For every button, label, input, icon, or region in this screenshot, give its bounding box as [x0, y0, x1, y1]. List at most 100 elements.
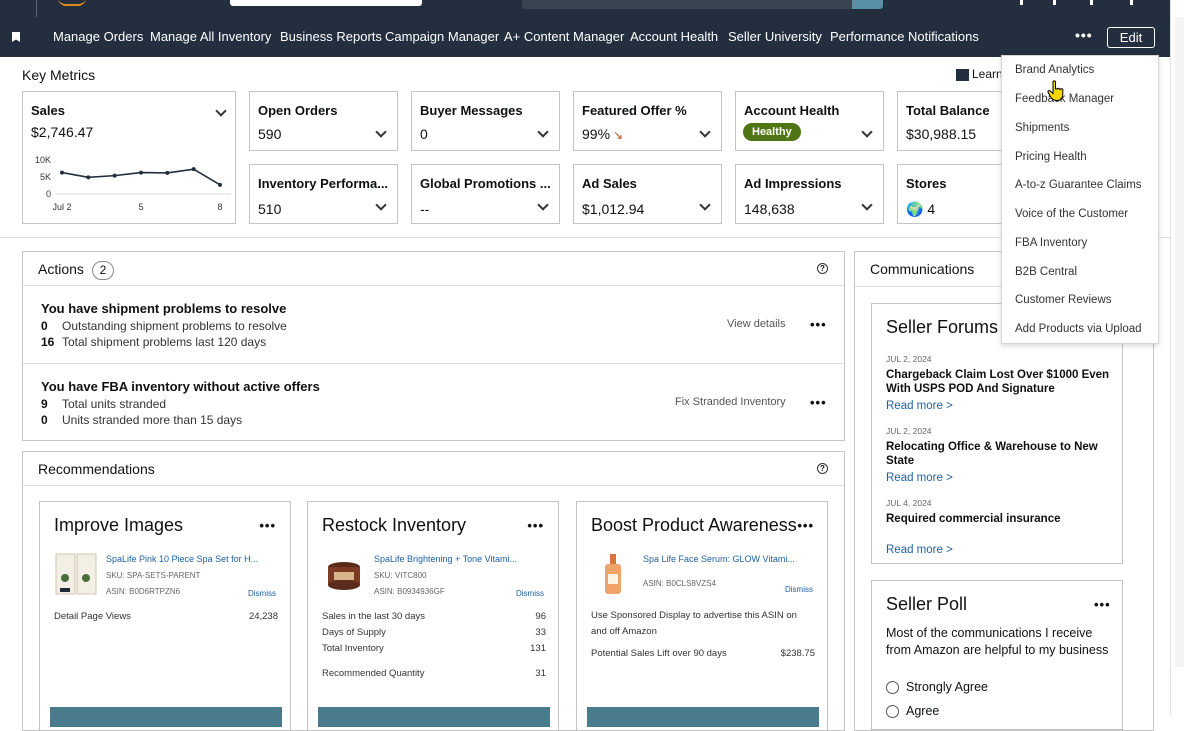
fix-stranded-inventory-link[interactable]: Fix Stranded Inventory	[675, 396, 786, 408]
view-details-link[interactable]: View details	[727, 318, 786, 330]
action-item: You have shipment problems to resolve 0O…	[23, 286, 843, 364]
forum-post-title[interactable]: Required commercial insurance	[886, 512, 1121, 526]
product-sku: SKU: VITC800	[374, 571, 427, 580]
metric-card-ad-impressions[interactable]: Ad Impressions 148,638	[735, 164, 884, 224]
product-name-link[interactable]: Spa Life Face Serum: GLOW Vitami...	[643, 554, 795, 564]
dropdown-item-a-to-z-claims[interactable]: A-to-z Guarantee Claims	[1015, 179, 1142, 191]
help-icon[interactable]: ?	[817, 263, 828, 274]
poll-option-strongly-agree[interactable]: Strongly Agree	[886, 680, 988, 695]
x-tick-label: Jul 2	[52, 202, 71, 212]
metric-card-buyer-messages[interactable]: Buyer Messages 0	[411, 91, 560, 151]
dropdown-item-brand-analytics[interactable]: Brand Analytics	[1015, 64, 1094, 76]
metric-card-inventory-performance[interactable]: Inventory Performa... 510	[249, 164, 398, 224]
metric-card-total-balance[interactable]: Total Balance $30,988.15	[897, 91, 1017, 151]
dismiss-link[interactable]: Dismiss	[248, 589, 276, 598]
chevron-down-icon[interactable]	[375, 199, 387, 211]
dismiss-link[interactable]: Dismiss	[516, 589, 544, 598]
product-name-link[interactable]: SpaLife Pink 10 Piece Spa Set for H...	[106, 554, 258, 564]
metric-card-ad-sales[interactable]: Ad Sales $1,012.94	[573, 164, 722, 224]
nav-performance-notifications[interactable]: Performance Notifications	[830, 29, 979, 44]
sales-card[interactable]: Sales $2,746.47 10K 5K 0 Jul 2 5 8	[22, 91, 236, 224]
help-icon[interactable]: ?	[817, 463, 828, 474]
chevron-down-icon[interactable]	[861, 199, 873, 211]
dropdown-item-add-products-upload[interactable]: Add Products via Upload	[1015, 323, 1142, 335]
nav-seller-university[interactable]: Seller University	[728, 29, 822, 44]
more-options-icon[interactable]: •••	[797, 518, 814, 533]
nav-business-reports[interactable]: Business Reports	[280, 29, 382, 44]
dropdown-item-fba-inventory[interactable]: FBA Inventory	[1015, 237, 1087, 249]
metric-title: Global Promotions ...	[420, 176, 551, 191]
chevron-down-icon[interactable]	[375, 126, 387, 138]
product-thumbnail[interactable]	[591, 552, 635, 596]
more-options-icon[interactable]: •••	[1094, 597, 1111, 612]
scrollbar[interactable]	[1170, 0, 1189, 715]
product-thumbnail[interactable]	[54, 552, 98, 596]
more-options-icon[interactable]: •••	[810, 395, 827, 410]
metric-card-stores[interactable]: Stores 🌍 4	[897, 164, 1017, 224]
amazon-logo[interactable]	[58, 0, 86, 6]
settings-icon[interactable]	[1053, 0, 1056, 5]
chevron-down-icon[interactable]	[699, 126, 711, 138]
dismiss-link[interactable]: Dismiss	[785, 585, 813, 594]
metric-card-global-promotions[interactable]: Global Promotions ... --	[411, 164, 560, 224]
metric-value: 31	[535, 668, 546, 679]
search-button[interactable]	[852, 0, 883, 9]
metric-value: $238.75	[780, 648, 815, 659]
metric-card-featured-offer[interactable]: Featured Offer % 99% ↘	[573, 91, 722, 151]
dropdown-item-b2b-central[interactable]: B2B Central	[1015, 266, 1077, 278]
metric-card-open-orders[interactable]: Open Orders 590	[249, 91, 398, 151]
chevron-down-icon[interactable]	[537, 126, 549, 138]
health-status-badge: Healthy	[743, 123, 801, 141]
scrollbar-thumb[interactable]	[1175, 17, 1184, 667]
search-input[interactable]	[522, 0, 852, 9]
poll-option-agree[interactable]: Agree	[886, 704, 939, 719]
bookmark-icon[interactable]	[12, 32, 20, 42]
improve-images-button[interactable]	[50, 707, 282, 727]
dropdown-item-voice-of-customer[interactable]: Voice of the Customer	[1015, 208, 1128, 220]
forum-post-title[interactable]: Relocating Office & Warehouse to New Sta…	[886, 440, 1121, 468]
more-options-icon[interactable]: •••	[527, 518, 544, 533]
nav-campaign-manager[interactable]: Campaign Manager	[385, 29, 499, 44]
read-more-link[interactable]: Read more >	[886, 544, 953, 556]
metric-label: Days of Supply	[322, 627, 386, 638]
more-options-icon[interactable]: •••	[810, 317, 827, 332]
nav-manage-orders[interactable]: Manage Orders	[53, 29, 143, 44]
product-name-link[interactable]: SpaLife Brightening + Tone Vitami...	[374, 554, 517, 564]
nav-manage-inventory[interactable]: Manage All Inventory	[150, 29, 271, 44]
radio-icon[interactable]	[886, 681, 899, 695]
restock-button[interactable]	[318, 707, 550, 727]
help-icon[interactable]	[1090, 0, 1093, 5]
edit-nav-button[interactable]: Edit	[1107, 27, 1155, 48]
marketplace-selector[interactable]	[230, 0, 422, 6]
radio-icon[interactable]	[886, 705, 899, 719]
dropdown-item-pricing-health[interactable]: Pricing Health	[1015, 151, 1087, 163]
more-menu-icon[interactable]: •••	[1075, 27, 1093, 43]
metric-value: 0	[420, 126, 428, 142]
metric-card-account-health[interactable]: Account Health Healthy	[735, 91, 884, 151]
chevron-down-icon[interactable]	[537, 199, 549, 211]
chevron-down-icon[interactable]	[699, 199, 711, 211]
forum-post-title[interactable]: Chargeback Claim Lost Over $1000 Even Wi…	[886, 368, 1121, 396]
mail-icon[interactable]	[1020, 0, 1023, 5]
dropdown-item-shipments[interactable]: Shipments	[1015, 122, 1069, 134]
read-more-link[interactable]: Read more >	[886, 472, 953, 484]
metric-title: Ad Sales	[582, 176, 637, 191]
metric-value: $30,988.15	[906, 126, 977, 142]
chevron-down-icon[interactable]	[215, 105, 227, 117]
dropdown-item-customer-reviews[interactable]: Customer Reviews	[1015, 294, 1112, 306]
metric-label: Total Inventory	[322, 643, 384, 654]
metric-label: Detail Page Views	[54, 611, 131, 622]
more-options-icon[interactable]: •••	[259, 518, 276, 533]
nav-account-health[interactable]: Account Health	[630, 29, 718, 44]
learn-link[interactable]: Learn	[956, 67, 1003, 81]
y-tick-label: 0	[46, 189, 51, 199]
nav-aplus-content[interactable]: A+ Content Manager	[504, 29, 624, 44]
chevron-down-icon[interactable]	[861, 126, 873, 138]
create-campaign-button[interactable]	[587, 707, 819, 727]
sales-data-point	[139, 170, 143, 175]
metric-title: Stores	[906, 176, 947, 191]
product-thumbnail[interactable]	[322, 552, 366, 596]
rec-card-boost-product-awareness: Boost Product Awareness ••• Spa Life Fac…	[576, 501, 828, 731]
read-more-link[interactable]: Read more >	[886, 400, 953, 412]
language-icon[interactable]	[1130, 0, 1133, 5]
